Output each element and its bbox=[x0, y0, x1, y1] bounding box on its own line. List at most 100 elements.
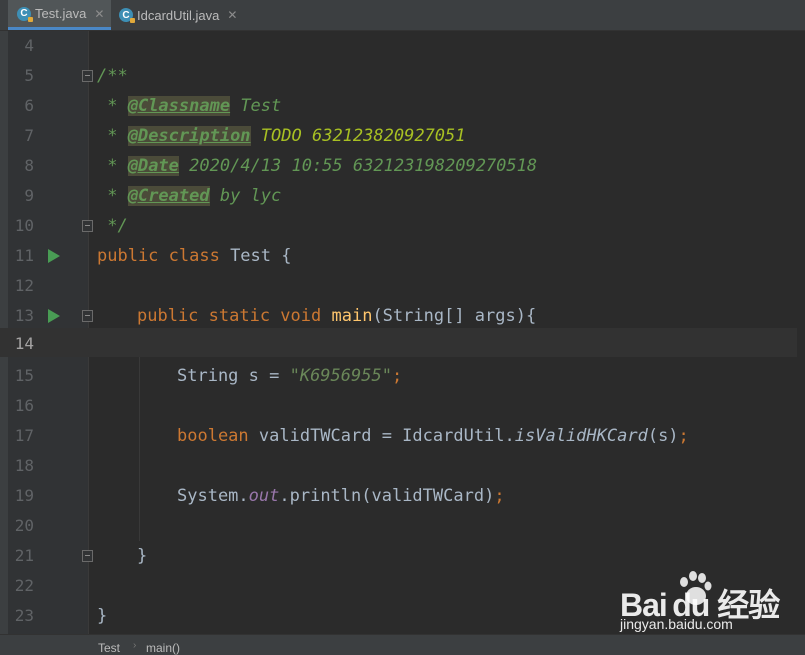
javadoc-line: * @Description TODO 632123820927051 bbox=[97, 121, 466, 151]
code-line: 20 bbox=[0, 511, 805, 541]
string-literal: "K6956955" bbox=[289, 366, 392, 386]
line-number: 14 bbox=[14, 334, 34, 353]
code-text: System. bbox=[177, 486, 249, 506]
method-name: main bbox=[331, 306, 373, 326]
tab-label: Test.java bbox=[35, 6, 87, 21]
fold-icon[interactable] bbox=[82, 70, 93, 82]
line-number: 15 bbox=[14, 366, 34, 385]
javadoc-text: 2020/4/13 10:55 632123198209270518 bbox=[178, 156, 538, 176]
code-text: .println(validTWCard) bbox=[279, 486, 495, 506]
keyword: boolean bbox=[177, 426, 249, 446]
line-number: 16 bbox=[14, 396, 34, 415]
line-number: 12 bbox=[14, 276, 34, 295]
tab-label: IdcardUtil.java bbox=[137, 7, 220, 23]
code-line: 10 */ bbox=[0, 211, 805, 241]
javadoc-close: */ bbox=[97, 216, 128, 236]
vertical-scrollbar[interactable] bbox=[797, 31, 805, 634]
code-line: 17 boolean validTWCard = IdcardUtil.isVa… bbox=[0, 421, 805, 451]
closing-brace: } bbox=[137, 546, 148, 566]
java-class-icon: C bbox=[119, 8, 135, 23]
class-declaration: public class Test { bbox=[97, 241, 291, 271]
semicolon: ; bbox=[494, 486, 505, 506]
static-method: isValidHKCard bbox=[514, 426, 648, 446]
code-line: 8 * @Date 2020/4/13 10:55 63212319820927… bbox=[0, 151, 805, 181]
code-text: String s = bbox=[177, 366, 290, 386]
statement: String s = "K6956955"; bbox=[177, 361, 402, 391]
semicolon: ; bbox=[678, 426, 689, 446]
line-number: 9 bbox=[24, 186, 34, 205]
line-number: 10 bbox=[14, 216, 34, 235]
javadoc-line: * @Classname Test bbox=[97, 91, 281, 121]
editor-tab-bar: C Test.java ✕ C IdcardUtil.java ✕ bbox=[0, 0, 805, 31]
line-number: 18 bbox=[14, 456, 34, 475]
run-class-icon[interactable] bbox=[48, 249, 60, 263]
javadoc-tag: @Description bbox=[127, 126, 251, 146]
baidu-watermark: Bai du 经验 jingyan.baidu.com bbox=[615, 570, 800, 632]
code-line: 21 } bbox=[0, 541, 805, 571]
todo-text: TODO 632123820927051 bbox=[260, 126, 466, 146]
line-number: 7 bbox=[24, 126, 34, 145]
breadcrumb-method[interactable]: main() bbox=[146, 641, 180, 655]
code-line: 7 * @Description TODO 632123820927051 bbox=[0, 121, 805, 151]
closing-brace: } bbox=[97, 606, 108, 626]
javadoc-star: * bbox=[97, 186, 128, 206]
statement: boolean validTWCard = IdcardUtil.isValid… bbox=[177, 421, 689, 451]
keyword: public static void bbox=[137, 306, 322, 326]
line-number: 8 bbox=[24, 156, 34, 175]
code-line: 12 bbox=[0, 271, 805, 301]
semicolon: ; bbox=[391, 366, 403, 386]
method-declaration: public static void main(String[] args){ bbox=[137, 301, 536, 331]
tab-idcardutil-java[interactable]: C IdcardUtil.java ✕ bbox=[111, 0, 242, 30]
line-number: 19 bbox=[14, 486, 34, 505]
javadoc-star: * bbox=[97, 96, 128, 116]
javadoc-open: /** bbox=[97, 66, 128, 86]
fold-icon[interactable] bbox=[82, 220, 93, 232]
fold-icon[interactable] bbox=[82, 310, 93, 322]
code-line: 9 * @Created by lyc bbox=[0, 181, 805, 211]
run-main-icon[interactable] bbox=[48, 309, 60, 323]
code-text: (s) bbox=[647, 426, 679, 446]
javadoc-tag: @Classname bbox=[127, 96, 231, 116]
code-line: 4 bbox=[0, 31, 805, 61]
javadoc-tag: @Date bbox=[127, 156, 179, 176]
code-line: 19 System.out.println(validTWCard); bbox=[0, 481, 805, 511]
breadcrumb-class[interactable]: Test bbox=[98, 641, 120, 655]
statement: System.out.println(validTWCard); bbox=[177, 481, 505, 511]
fold-icon[interactable] bbox=[82, 550, 93, 562]
code-line: 6 * @Classname Test bbox=[0, 91, 805, 121]
keyword: public class bbox=[97, 246, 220, 266]
line-number: 5 bbox=[24, 66, 34, 85]
code-line: 15 String s = "K6956955"; bbox=[0, 361, 805, 391]
line-number: 21 bbox=[14, 546, 34, 565]
java-class-icon: C bbox=[17, 6, 33, 22]
line-number: 4 bbox=[24, 36, 34, 55]
line-number: 17 bbox=[14, 426, 34, 445]
line-number: 22 bbox=[14, 576, 34, 595]
breadcrumb: Test › main() bbox=[0, 634, 805, 655]
line-number: 13 bbox=[14, 306, 34, 325]
javadoc-text: by lyc bbox=[209, 186, 282, 206]
line-number: 23 bbox=[14, 606, 34, 625]
current-line-highlight: 14 bbox=[0, 328, 805, 357]
static-field: out bbox=[248, 486, 280, 506]
line-number: 20 bbox=[14, 516, 34, 535]
code-line: 16 bbox=[0, 391, 805, 421]
line-number: 6 bbox=[24, 96, 34, 115]
watermark-url: jingyan.baidu.com bbox=[620, 616, 733, 632]
line-number: 11 bbox=[14, 246, 34, 265]
code-text: validTWCard = IdcardUtil. bbox=[248, 426, 515, 446]
close-icon[interactable]: ✕ bbox=[227, 8, 237, 22]
chevron-right-icon: › bbox=[133, 640, 137, 651]
javadoc-line: * @Date 2020/4/13 10:55 6321231982092705… bbox=[97, 151, 537, 181]
code-line: 5 /** bbox=[0, 61, 805, 91]
tab-test-java[interactable]: C Test.java ✕ bbox=[8, 0, 111, 30]
javadoc-space bbox=[251, 126, 261, 146]
javadoc-line: * @Created by lyc bbox=[97, 181, 281, 211]
code-line: 13 public static void main(String[] args… bbox=[0, 301, 805, 331]
class-name: Test { bbox=[219, 246, 292, 266]
code-line: 18 bbox=[0, 451, 805, 481]
code-line: 11 public class Test { bbox=[0, 241, 805, 271]
javadoc-tag: @Created bbox=[127, 186, 210, 206]
close-icon[interactable]: ✕ bbox=[94, 7, 104, 21]
method-params: (String[] args){ bbox=[372, 306, 537, 326]
